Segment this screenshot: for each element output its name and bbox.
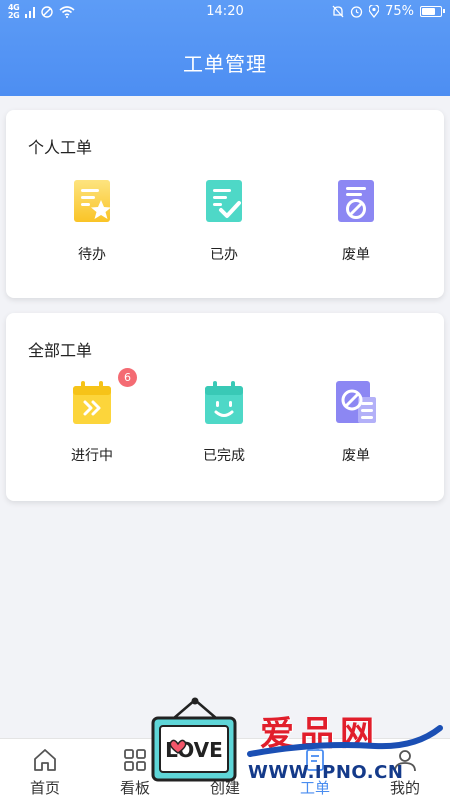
tab-label: 我的 <box>389 779 420 797</box>
mute-bell-icon <box>332 5 344 18</box>
tile-todo[interactable]: 待办 <box>32 178 152 264</box>
card-title: 全部工单 <box>28 341 93 360</box>
tab-profile[interactable]: 我的 <box>360 739 450 800</box>
location-icon <box>369 5 380 18</box>
tile-label: 废单 <box>342 247 370 263</box>
profile-icon <box>394 750 416 772</box>
page-title: 工单管理 <box>183 52 267 76</box>
personal-workorders-card: 个人工单 待办 已办 废单 <box>6 110 444 298</box>
tab-home[interactable]: 首页 <box>0 739 90 800</box>
dashboard-icon <box>124 749 146 771</box>
battery-icon <box>420 6 445 17</box>
completed-calendar-icon <box>205 381 243 424</box>
tile-in-progress[interactable]: 进行中 <box>32 379 152 465</box>
tile-done[interactable]: 已办 <box>164 178 284 264</box>
bottom-tab-bar: 首页 看板 创建 工单 我的 <box>0 738 450 800</box>
status-bar: 4G 2G 14:20 75% <box>0 0 450 26</box>
tab-workorders[interactable]: 工单 <box>270 739 360 800</box>
in-progress-calendar-icon <box>73 381 111 424</box>
done-doc-check-icon <box>206 180 242 222</box>
tile-void[interactable]: 废单 <box>296 178 416 264</box>
tab-label: 工单 <box>299 779 330 797</box>
tile-completed[interactable]: 已完成 <box>164 379 284 465</box>
tile-void-all[interactable]: 废单 <box>296 379 416 465</box>
todo-doc-star-icon <box>74 180 111 222</box>
tile-label: 进行中 <box>71 448 113 464</box>
tile-label: 已办 <box>210 247 238 263</box>
tab-dashboard[interactable]: 看板 <box>90 739 180 800</box>
tile-label: 已完成 <box>203 448 245 464</box>
void-list-icon <box>336 381 376 423</box>
tab-label: 看板 <box>119 779 150 797</box>
battery-percent: 75% <box>385 4 414 19</box>
void-doc-icon <box>338 180 374 222</box>
all-workorders-card: 全部工单 6 进行中 已完成 废单 <box>6 313 444 501</box>
tile-label: 废单 <box>342 448 370 464</box>
tab-label: 创建 <box>209 779 240 797</box>
tab-label: 首页 <box>29 779 60 797</box>
tile-label: 待办 <box>78 247 106 263</box>
card-title: 个人工单 <box>28 138 93 157</box>
tab-create[interactable]: 创建 <box>180 739 270 800</box>
app-header: 4G 2G 14:20 75% 工单管理 <box>0 0 450 96</box>
home-icon <box>34 749 56 771</box>
create-icon <box>214 749 236 771</box>
alarm-icon <box>350 6 363 18</box>
workorder-icon <box>306 749 324 771</box>
